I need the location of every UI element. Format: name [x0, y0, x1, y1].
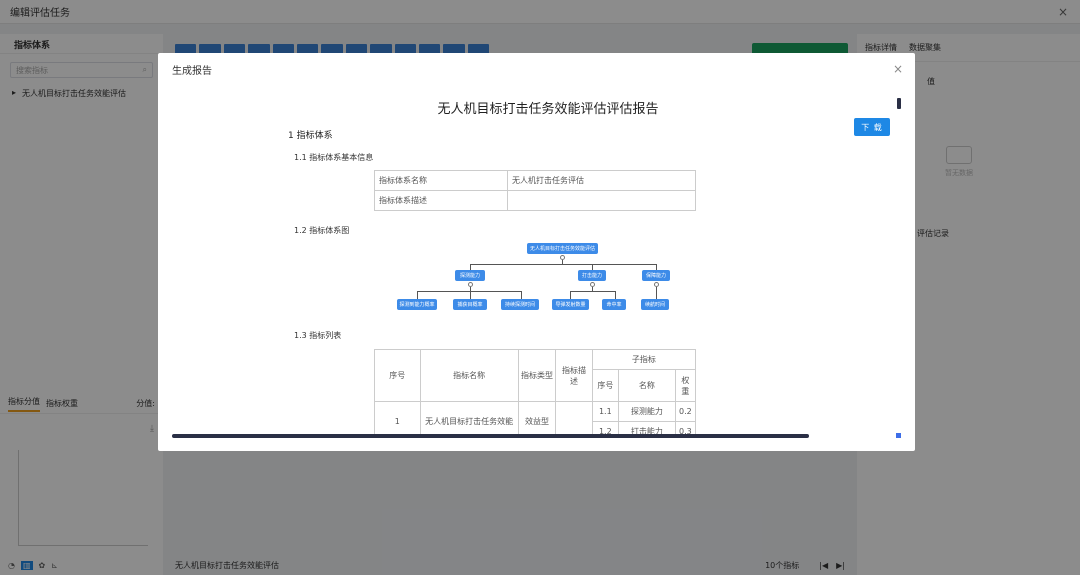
col-header: 名称 — [618, 369, 676, 402]
modal-title: 生成报告 — [172, 65, 212, 77]
tree-edge — [615, 291, 616, 299]
col-header: 子指标 — [591, 349, 697, 370]
sub-weight: 0.3 — [674, 421, 697, 435]
tree-edge — [470, 264, 656, 265]
tree-edge — [570, 291, 615, 292]
tree-edge — [470, 291, 471, 299]
tree-node-l2: 命中率 — [602, 299, 626, 310]
row-desc — [555, 401, 593, 435]
tree-edge — [656, 287, 657, 299]
row-type: 效益型 — [517, 401, 557, 435]
report-content[interactable]: 无人机目标打击任务效能评估评估报告 1 指标体系 1.1 指标体系基本信息 指标… — [158, 85, 915, 435]
tree-node-l2: 导弹发射数量 — [552, 299, 589, 310]
indicator-list-table: 序号 指标名称 指标类型 指标描述 子指标 序号 名称 权重 1 无人机目标打击… — [374, 349, 697, 435]
sub-name: 打击能力 — [618, 421, 676, 435]
tree-node-root: 无人机目标打击任务效能评估 — [527, 243, 598, 254]
info-value: 无人机打击任务评估 — [507, 170, 696, 191]
tree-edge — [570, 291, 571, 299]
sub-no: 1.2 — [591, 421, 620, 435]
col-header: 指标类型 — [517, 349, 557, 402]
section-1-2-heading: 1.2 指标体系图 — [294, 226, 350, 235]
sub-weight: 0.2 — [674, 401, 697, 422]
sub-no: 1.1 — [591, 401, 620, 422]
info-value — [507, 190, 696, 211]
info-key: 指标体系名称 — [374, 170, 508, 191]
col-header: 指标描述 — [555, 349, 593, 402]
report-title: 无人机目标打击任务效能评估评估报告 — [437, 102, 659, 117]
tree-node-l2: 探测到能力概率 — [397, 299, 437, 310]
col-header: 序号 — [374, 349, 421, 402]
tree-edge — [417, 291, 418, 299]
tree-node-l1: 探测能力 — [455, 270, 485, 281]
horizontal-scrollbar[interactable] — [172, 434, 809, 438]
sub-name: 探测能力 — [618, 401, 676, 422]
section-1-1-heading: 1.1 指标体系基本信息 — [294, 153, 374, 162]
modal-header: 生成报告 — [158, 53, 915, 85]
section-1-heading: 1 指标体系 — [288, 131, 333, 141]
tree-node-l2: 捕获目概率 — [453, 299, 487, 310]
tree-node-l2: 持续探测时间 — [501, 299, 539, 310]
scroll-corner — [896, 433, 901, 438]
tree-edge — [417, 291, 521, 292]
table-row: 序号 指标名称 指标类型 指标描述 子指标 — [374, 349, 697, 402]
vertical-scrollbar[interactable] — [897, 98, 901, 109]
table-row: 1 无人机目标打击任务效能 效益型 1.1 探测能力 0.2 — [374, 401, 697, 435]
tree-node-l1: 保障能力 — [642, 270, 670, 281]
info-key: 指标体系描述 — [374, 190, 508, 211]
section-1-3-heading: 1.3 指标列表 — [294, 331, 342, 340]
col-header: 指标名称 — [419, 349, 519, 402]
info-table: 指标体系名称 无人机打击任务评估 指标体系描述 — [374, 170, 696, 211]
col-header: 权重 — [674, 369, 697, 402]
report-modal: 生成报告 × 下 载 无人机目标打击任务效能评估评估报告 1 指标体系 1.1 … — [158, 53, 915, 451]
indicator-tree-diagram: 无人机目标打击任务效能评估 探测能力 打击能力 保障能力 探测到能力概率 捕获目… — [397, 243, 677, 323]
table-row: 指标体系描述 — [374, 190, 696, 211]
tree-node-l2: 续航时间 — [641, 299, 669, 310]
tree-edge — [521, 291, 522, 299]
col-header: 序号 — [591, 369, 620, 402]
row-no: 1 — [374, 401, 421, 435]
tree-node-l1: 打击能力 — [578, 270, 606, 281]
table-row: 指标体系名称 无人机打击任务评估 — [374, 170, 696, 191]
modal-close-icon[interactable]: × — [893, 62, 903, 76]
row-name: 无人机目标打击任务效能 — [419, 401, 519, 435]
